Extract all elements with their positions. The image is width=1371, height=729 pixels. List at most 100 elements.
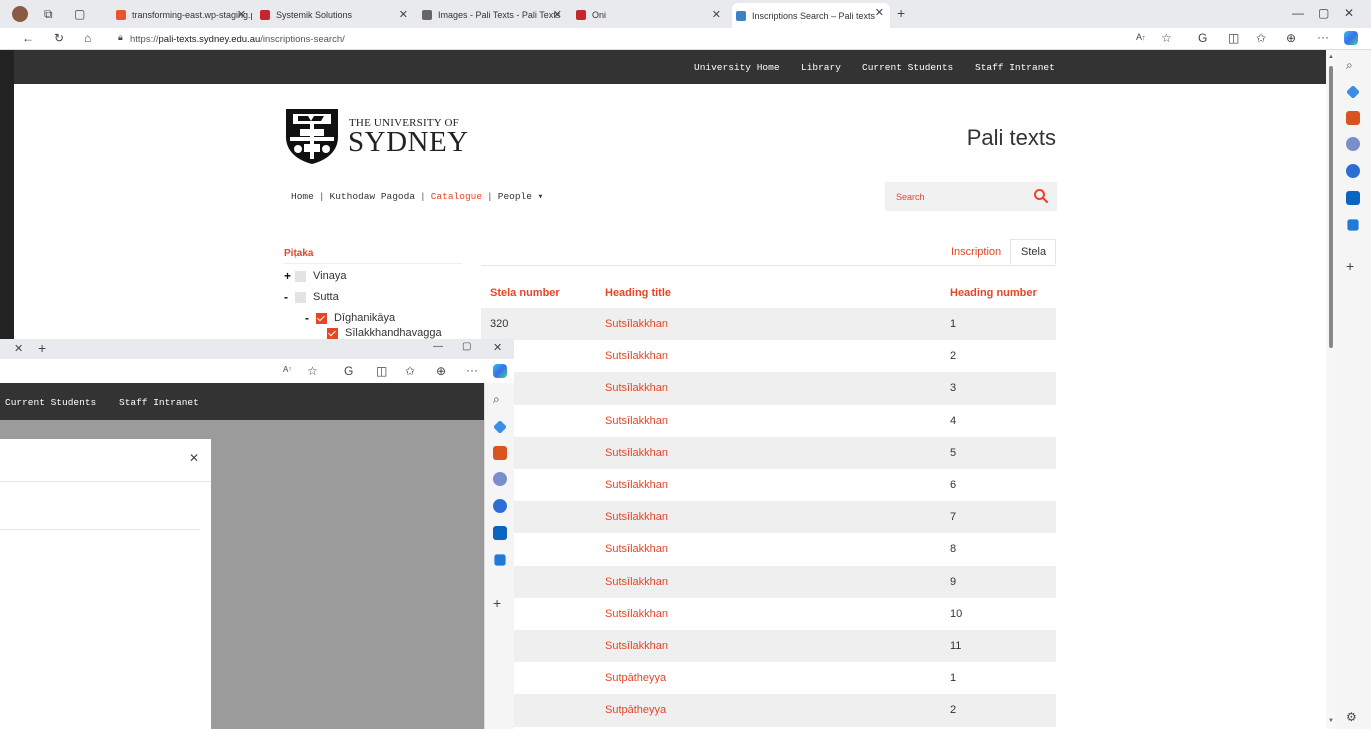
favorite-star-icon[interactable]: ☆ xyxy=(1161,31,1172,45)
favorites-icon[interactable]: ✩ xyxy=(1256,31,1266,45)
overlay-tag-icon[interactable] xyxy=(493,420,507,434)
profile-avatar[interactable] xyxy=(12,6,28,22)
nav-library[interactable]: Library xyxy=(801,62,841,73)
tab-close-icon[interactable]: ✕ xyxy=(553,8,562,21)
overlay-outlook-icon[interactable] xyxy=(493,526,507,540)
shopping-tag-icon[interactable] xyxy=(1346,85,1360,99)
tree-node-silakkhandhavagga[interactable]: Sīlakkhandhavagga xyxy=(316,327,442,339)
tab-actions-icon[interactable]: ▢ xyxy=(74,7,85,21)
sidebar-settings-gear-icon[interactable]: ⚙ xyxy=(1346,710,1357,724)
heading-title-link[interactable]: Sutsīlakkhan xyxy=(605,608,668,620)
overlay-nav-current-students[interactable]: Current Students xyxy=(5,397,96,408)
url-field[interactable]: https://pali-texts.sydney.edu.au/inscrip… xyxy=(130,31,1130,47)
tools-briefcase-icon[interactable] xyxy=(1346,111,1360,125)
overlay-copilot-icon[interactable] xyxy=(493,364,507,378)
checkbox[interactable] xyxy=(295,291,306,303)
scrollbar-thumb[interactable] xyxy=(1329,66,1333,348)
refresh-icon[interactable]: ↻ xyxy=(54,31,64,45)
checkbox-checked[interactable] xyxy=(316,312,327,324)
column-header-heading-number[interactable]: Heading number xyxy=(950,287,1037,299)
collapse-toggle[interactable]: - xyxy=(305,311,313,325)
search-input[interactable] xyxy=(885,182,1025,211)
sidebar-add-icon[interactable]: + xyxy=(1346,258,1354,274)
overlay-favorite-icon[interactable]: ☆ xyxy=(307,364,318,378)
scroll-down-icon[interactable]: ▼ xyxy=(1328,718,1334,724)
overlay-restore-icon[interactable]: ▢ xyxy=(462,341,471,352)
modal-close-icon[interactable]: ✕ xyxy=(189,451,199,465)
people-icon[interactable] xyxy=(1346,137,1360,151)
tree-node-dighanikaya[interactable]: - Dīghanikāya xyxy=(305,311,395,325)
menu-home[interactable]: Home xyxy=(291,191,314,202)
sidebar-search-icon[interactable]: ⌕ xyxy=(1346,58,1353,73)
tab-close-icon[interactable]: ✕ xyxy=(399,8,408,21)
overlay-people-icon[interactable] xyxy=(493,472,507,486)
heading-title-link[interactable]: Sutsīlakkhan xyxy=(605,640,668,652)
heading-title-link[interactable]: Sutsīlakkhan xyxy=(605,511,668,523)
checkbox[interactable] xyxy=(295,270,306,282)
heading-title-link[interactable]: Sutsīlakkhan xyxy=(605,479,668,491)
copilot-icon[interactable] xyxy=(1344,31,1358,45)
expand-toggle[interactable]: + xyxy=(284,269,292,283)
outlook-icon[interactable] xyxy=(1346,191,1360,205)
overlay-minimize-icon[interactable]: — xyxy=(433,341,443,352)
overlay-send-icon[interactable] xyxy=(494,554,506,566)
minimize-icon[interactable]: — xyxy=(1292,6,1304,20)
close-window-icon[interactable]: ✕ xyxy=(1344,6,1354,20)
overlay-add-icon[interactable]: + xyxy=(493,595,501,611)
back-icon[interactable]: ← xyxy=(22,31,34,45)
overlay-briefcase-icon[interactable] xyxy=(493,446,507,460)
overlay-nav-staff-intranet[interactable]: Staff Intranet xyxy=(119,397,199,408)
m365-icon[interactable] xyxy=(1346,164,1360,178)
browser-tab[interactable]: Images - Pali Texts - Pali Texts ✕ xyxy=(418,5,568,24)
overlay-close-window-icon[interactable]: ✕ xyxy=(493,341,502,354)
tab-inscription[interactable]: Inscription xyxy=(941,239,1011,265)
more-menu-icon[interactable]: ··· xyxy=(1317,30,1329,44)
university-crest-icon[interactable] xyxy=(284,107,340,165)
heading-title-link[interactable]: Sutsīlakkhan xyxy=(605,576,668,588)
page-scrollbar[interactable]: ▲ ▼ xyxy=(1326,50,1337,729)
overlay-sidebar-search-icon[interactable]: ⌕ xyxy=(493,392,500,407)
scroll-up-icon[interactable]: ▲ xyxy=(1328,54,1334,60)
overlay-new-tab-icon[interactable]: + xyxy=(38,340,46,356)
browser-tab[interactable]: Oni ✕ xyxy=(572,5,727,24)
overlay-close-tab-icon[interactable]: ✕ xyxy=(14,342,23,355)
menu-catalogue[interactable]: Catalogue xyxy=(431,191,482,202)
tree-node-vinaya[interactable]: + Vinaya xyxy=(284,269,346,283)
tab-close-icon[interactable]: ✕ xyxy=(875,6,884,19)
new-tab-icon[interactable]: + xyxy=(897,5,905,21)
heading-title-link[interactable]: Sutsīlakkhan xyxy=(605,382,668,394)
overlay-g-icon[interactable]: G xyxy=(344,364,353,378)
heading-title-link[interactable]: Sutsīlakkhan xyxy=(605,447,668,459)
send-icon[interactable] xyxy=(1347,219,1359,231)
tree-node-sutta[interactable]: - Sutta xyxy=(284,290,339,304)
split-screen-icon[interactable]: ◫ xyxy=(1228,31,1239,45)
tab-close-icon[interactable]: ✕ xyxy=(712,8,721,21)
heading-title-link[interactable]: Sutsīlakkhan xyxy=(605,350,668,362)
heading-title-link[interactable]: Sutsīlakkhan xyxy=(605,318,668,330)
overlay-favorites-icon[interactable]: ✩ xyxy=(405,364,415,378)
lock-icon[interactable]: 🔒︎ xyxy=(118,32,123,43)
nav-university-home[interactable]: University Home xyxy=(694,62,780,73)
copilot-g-icon[interactable]: G xyxy=(1198,31,1207,45)
restore-icon[interactable]: ▢ xyxy=(1318,6,1329,20)
browser-tab[interactable]: transforming-east.wp-staging.pr ✕ xyxy=(112,5,252,24)
overlay-m365-icon[interactable] xyxy=(493,499,507,513)
checkbox-checked[interactable] xyxy=(327,327,338,339)
search-icon[interactable] xyxy=(1033,188,1049,204)
heading-title-link[interactable]: Sutsīlakkhan xyxy=(605,543,668,555)
workspaces-icon[interactable]: ⧉ xyxy=(44,7,53,22)
overlay-collections-icon[interactable]: ⊕ xyxy=(436,364,446,378)
column-header-heading-title[interactable]: Heading title xyxy=(605,287,671,299)
nav-current-students[interactable]: Current Students xyxy=(862,62,953,73)
heading-title-link[interactable]: Sutsīlakkhan xyxy=(605,415,668,427)
menu-kuthodaw-pagoda[interactable]: Kuthodaw Pagoda xyxy=(330,191,416,202)
collections-icon[interactable]: ⊕ xyxy=(1286,31,1296,45)
collapse-toggle[interactable]: - xyxy=(284,290,292,304)
tab-stela[interactable]: Stela xyxy=(1010,239,1056,265)
heading-title-link[interactable]: Sutpātheyya xyxy=(605,704,666,716)
tab-close-icon[interactable]: ✕ xyxy=(237,8,246,21)
menu-people[interactable]: People ▾ xyxy=(498,191,544,202)
overlay-read-aloud-icon[interactable]: A ↑ xyxy=(283,365,292,374)
home-icon[interactable]: ⌂ xyxy=(84,31,91,45)
browser-tab[interactable]: Inscriptions Search – Pali texts ✕ xyxy=(732,3,890,28)
